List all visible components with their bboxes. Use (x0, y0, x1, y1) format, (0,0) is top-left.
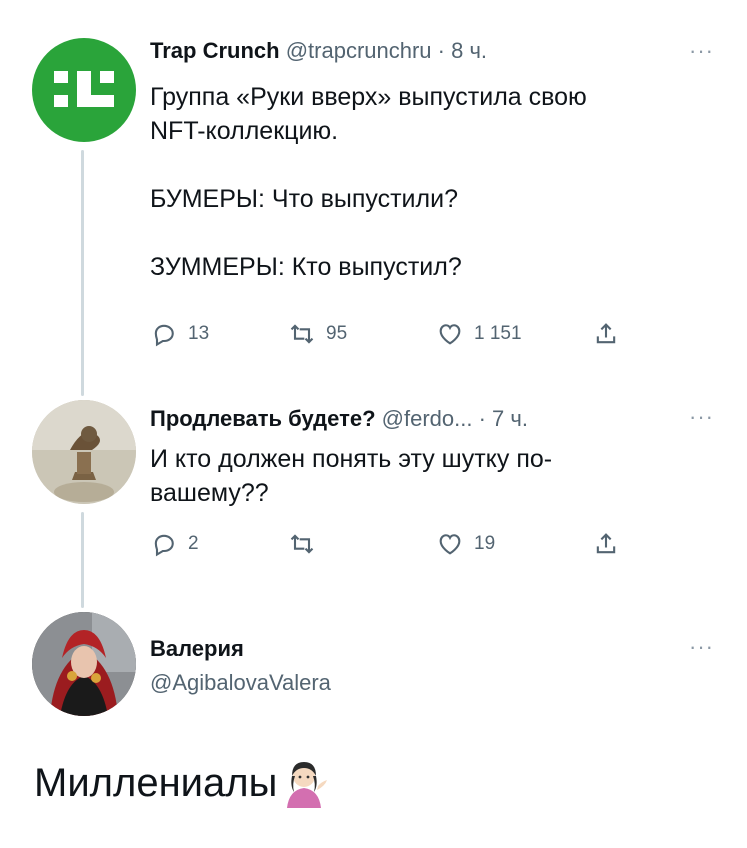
share-icon (596, 533, 616, 554)
share-icon (596, 323, 616, 344)
author-name[interactable]: Продлевать будете? (150, 406, 376, 431)
author-handle[interactable]: @AgibalovaValera (150, 670, 331, 695)
more-options-button[interactable]: ··· (689, 38, 714, 64)
tweet-actions: 2 19 (150, 530, 630, 570)
author-name[interactable]: Trap Crunch (150, 38, 280, 63)
reply-button[interactable]: 13 (150, 320, 209, 348)
person-tipping-hand-emoji (287, 762, 328, 808)
trap-crunch-logo-icon (54, 71, 114, 107)
more-options-button[interactable]: ··· (689, 634, 714, 660)
thread-line (81, 512, 84, 608)
author-handle[interactable]: @ferdo... (382, 406, 473, 431)
tweet-time[interactable]: · 8 ч. (438, 38, 487, 63)
avatar[interactable] (32, 400, 136, 504)
profile-name: Валерия (150, 636, 244, 662)
retweet-button[interactable] (288, 530, 326, 558)
reply-icon (154, 534, 174, 557)
tweet-time[interactable]: · 7 ч. (479, 406, 528, 431)
tweet-header: Trap Crunch @trapcrunchru · 8 ч. (150, 38, 487, 64)
avatar-photo-chess-piece (32, 400, 136, 504)
author-name[interactable]: Валерия (150, 636, 244, 661)
like-count: 19 (474, 533, 496, 554)
avatar[interactable] (32, 612, 136, 716)
like-button[interactable]: 1 151 (436, 320, 522, 348)
more-options-button[interactable]: ··· (689, 404, 714, 430)
profile-handle: @AgibalovaValera (150, 670, 331, 696)
avatar-photo-woman (32, 612, 136, 716)
reply-count: 2 (188, 533, 199, 554)
author-handle[interactable]: @trapcrunchru (286, 38, 432, 63)
heart-icon (439, 324, 461, 345)
like-button[interactable]: 19 (436, 530, 495, 558)
caption-text: Миллениалы (34, 760, 278, 805)
heart-icon (439, 534, 461, 555)
thread-line (81, 150, 84, 396)
tweet-text: И кто должен понять эту шутку по- вашему… (150, 445, 553, 507)
reply-count: 13 (188, 323, 210, 344)
avatar[interactable] (32, 38, 136, 142)
share-button[interactable] (592, 320, 620, 348)
tweet-header: Продлевать будете? @ferdo... · 7 ч. (150, 406, 528, 432)
share-button[interactable] (592, 530, 620, 558)
tweet-actions: 13 95 1 151 (150, 320, 630, 360)
retweet-button[interactable]: 95 (288, 320, 347, 348)
retweet-icon (290, 534, 314, 554)
tweet-text: Группа «Руки вверх» выпустила свою NFT-к… (150, 83, 587, 281)
like-count: 1 151 (474, 323, 522, 344)
reply-button[interactable]: 2 (150, 530, 199, 558)
reply-icon (154, 324, 174, 347)
caption: Миллениалы (34, 758, 329, 808)
retweet-count: 95 (326, 323, 348, 344)
retweet-icon (290, 324, 314, 344)
